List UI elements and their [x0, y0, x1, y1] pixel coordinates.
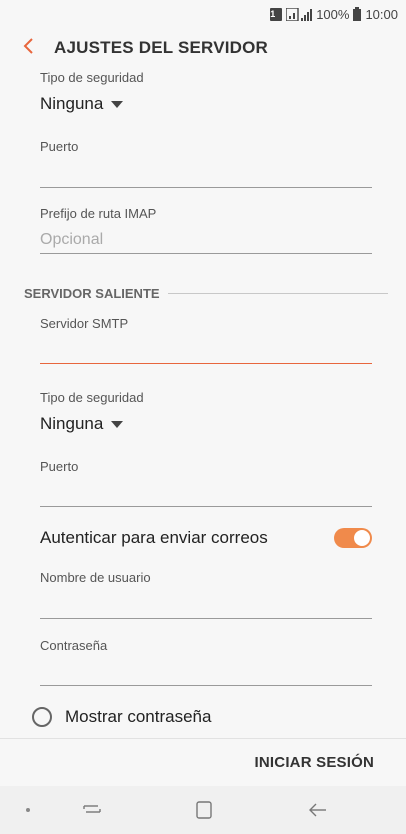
- imap-prefix-label: Prefijo de ruta IMAP: [40, 206, 157, 221]
- recent-apps-icon[interactable]: [80, 798, 104, 822]
- incoming-security-label: Tipo de seguridad: [40, 70, 144, 85]
- sim-icon: 1: [270, 7, 283, 21]
- incoming-security-value: Ninguna: [40, 94, 104, 113]
- password-label: Contraseña: [40, 638, 108, 653]
- dropdown-arrow-icon: [111, 100, 124, 108]
- toggle-knob: [353, 529, 371, 547]
- outgoing-section-header: SERVIDOR SALIENTE: [24, 286, 388, 301]
- username-input[interactable]: [40, 591, 372, 619]
- auth-toggle-row[interactable]: Autenticar para enviar correos: [40, 528, 372, 548]
- outgoing-port-label: Puerto: [40, 459, 79, 474]
- show-password-label: Mostrar contraseña: [65, 707, 212, 726]
- page-title: AJUSTES DEL SERVIDOR: [54, 38, 269, 57]
- show-password-radio[interactable]: [32, 707, 52, 727]
- login-button[interactable]: INICIAR SESIÓN: [255, 754, 374, 771]
- smtp-server-input[interactable]: [40, 336, 372, 364]
- clock: 10:00: [365, 6, 398, 22]
- auth-toggle-label: Autenticar para enviar correos: [40, 528, 268, 547]
- battery-icon: [353, 7, 362, 21]
- bottom-action-bar: INICIAR SESIÓN: [0, 738, 406, 786]
- password-input[interactable]: [40, 658, 372, 686]
- dropdown-arrow-icon: [111, 420, 124, 428]
- signal-icon: [286, 7, 313, 21]
- back-button[interactable]: [8, 28, 48, 68]
- section-divider: [167, 293, 388, 294]
- outgoing-port-input[interactable]: [40, 479, 372, 507]
- show-password-option[interactable]: Mostrar contraseña: [32, 707, 211, 727]
- chevron-left-icon: [22, 37, 34, 60]
- outgoing-security-label: Tipo de seguridad: [40, 390, 144, 405]
- navigation-bar: [0, 786, 406, 834]
- outgoing-security-value: Ninguna: [40, 414, 104, 433]
- smtp-server-label: Servidor SMTP: [40, 316, 129, 331]
- outgoing-security-dropdown[interactable]: Ninguna: [40, 414, 124, 434]
- battery-percent: 100%: [316, 6, 350, 22]
- server-settings-form[interactable]: Tipo de seguridad Ninguna Puerto Prefijo…: [0, 68, 406, 738]
- home-icon[interactable]: [192, 798, 216, 822]
- incoming-port-label: Puerto: [40, 139, 79, 154]
- back-nav-icon[interactable]: [306, 798, 330, 822]
- outgoing-section-title: SERVIDOR SALIENTE: [24, 286, 160, 301]
- app-bar: AJUSTES DEL SERVIDOR: [0, 28, 406, 68]
- nav-dot-icon: [26, 808, 30, 812]
- imap-prefix-input[interactable]: [40, 226, 372, 254]
- incoming-port-input[interactable]: [40, 160, 372, 188]
- incoming-security-dropdown[interactable]: Ninguna: [40, 94, 124, 114]
- auth-toggle-switch[interactable]: [334, 528, 372, 548]
- username-label: Nombre de usuario: [40, 570, 151, 585]
- status-bar: 1 100% 10:00: [0, 0, 406, 28]
